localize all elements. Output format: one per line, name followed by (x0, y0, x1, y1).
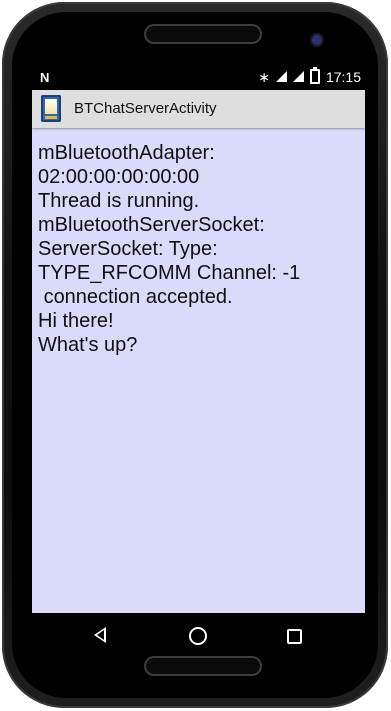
back-icon[interactable] (94, 627, 106, 643)
screen: N ∗ 17:15 BTChatServerActivity mBluetoot… (32, 65, 365, 658)
front-camera (312, 35, 322, 45)
phone-frame: N ∗ 17:15 BTChatServerActivity mBluetoot… (2, 2, 388, 708)
status-icons: ∗ 17:15 (258, 67, 361, 85)
chat-log-text: mBluetoothAdapter: 02:00:00:00:00:00 Thr… (38, 142, 301, 356)
app-icon-document (45, 99, 57, 114)
home-icon[interactable] (189, 627, 207, 645)
bluetooth-icon: ∗ (258, 68, 270, 85)
top-speaker (144, 24, 262, 44)
recent-apps-icon[interactable] (287, 629, 302, 644)
notification-icon: N (40, 70, 50, 85)
battery-icon (309, 67, 320, 84)
status-time: 17:15 (325, 68, 361, 85)
app-icon (41, 95, 61, 122)
wifi-icon (292, 71, 304, 82)
chat-output-area: mBluetoothAdapter: 02:00:00:00:00:00 Thr… (32, 128, 365, 613)
navigation-bar (32, 613, 365, 658)
app-title: BTChatServerActivity (74, 100, 217, 117)
bottom-speaker (144, 656, 262, 676)
app-icon-base (45, 116, 57, 119)
signal-icon (275, 71, 287, 82)
action-bar: BTChatServerActivity (32, 90, 365, 128)
status-bar: N ∗ 17:15 (32, 65, 365, 90)
